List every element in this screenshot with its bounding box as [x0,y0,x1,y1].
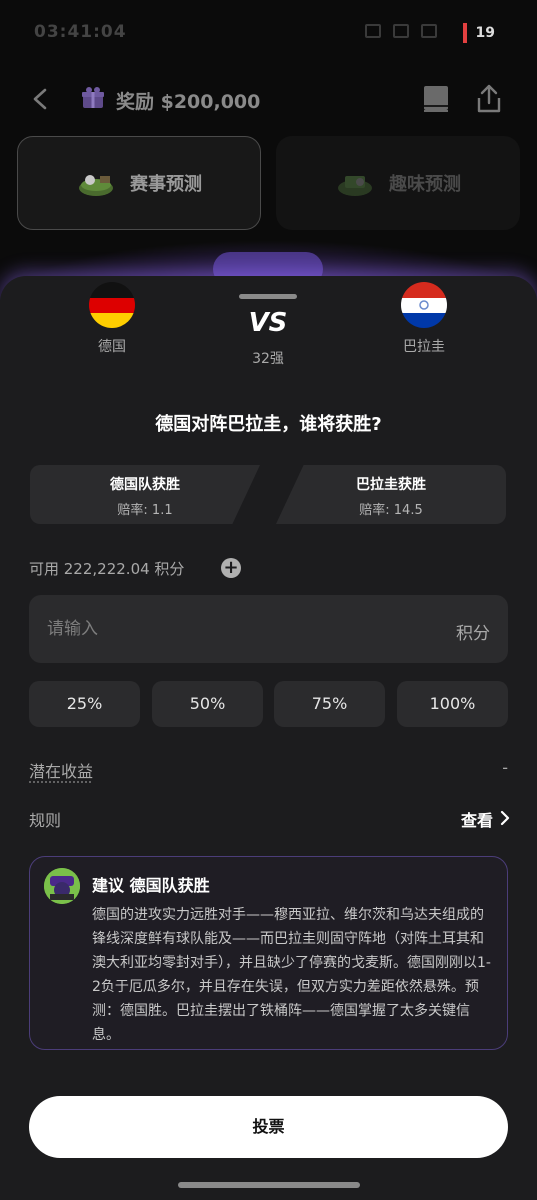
status-icons [365,24,437,38]
battery-indicator: 19 [462,23,499,43]
home-team: 德国 [52,282,172,356]
gift-icon [82,87,104,108]
amount-field[interactable]: 积分 [29,595,508,663]
prediction-sheet: 德国 VS 32强 巴拉圭 德国对阵巴拉圭，谁将获胜? 德国队获胜 赔率: 1.… [0,276,537,1200]
advice-card: 建议 德国队获胜 德国的进攻实力远胜对手——穆西亚拉、维尔茨和乌达夫组成的锋线深… [29,856,508,1050]
pick-odds: 赔率: 14.5 [359,503,423,518]
percent-100-button[interactable]: 100% [397,681,508,727]
vs-label: VS [248,308,288,338]
share-icon[interactable] [474,83,504,115]
match-question: 德国对阵巴拉圭，谁将获胜? [155,414,382,435]
percent-50-button[interactable]: 50% [152,681,263,727]
tab-match-prediction[interactable]: 赛事预测 [17,136,261,230]
assistant-avatar [44,868,80,904]
header: 奖励 $200,000 [0,78,537,122]
advice-title: 建议 德国队获胜 [92,876,210,895]
stadium-icon [338,176,372,196]
network-icon [421,24,437,38]
vote-button[interactable]: 投票 [29,1096,508,1158]
available-points: 可用 222,222.04 积分 [29,560,185,578]
tab-fun-prediction[interactable]: 趣味预测 [276,136,520,230]
signal-icon [365,24,381,38]
drag-handle[interactable] [239,294,297,299]
home-team-name: 德国 [98,339,126,355]
tab-label: 趣味预测 [389,174,461,195]
away-team: 巴拉圭 [364,282,484,356]
pick-title: 德国队获胜 [110,477,180,493]
rules-label: 规则 [29,811,62,830]
potential-earnings-value: - [502,758,508,777]
advice-body: 德国的进攻实力远胜对手——穆西亚拉、维尔茨和乌达夫组成的锋线深度鲜有球队能及——… [92,907,491,1043]
germany-flag-icon [89,282,135,328]
pick-away-win[interactable]: 巴拉圭获胜 赔率: 14.5 [276,465,506,524]
amount-unit: 积分 [456,624,490,644]
add-points-icon[interactable]: + [221,558,241,578]
amount-input[interactable] [29,595,429,663]
pick-title: 巴拉圭获胜 [356,477,426,493]
chevron-right-icon[interactable] [499,810,511,826]
background-page: 03:41:04 19 奖励 $200,000 赛事预测 趣味预测 [0,0,537,300]
tab-label: 赛事预测 [130,174,202,195]
wifi-icon [393,24,409,38]
percent-75-button[interactable]: 75% [274,681,385,727]
status-bar: 03:41:04 19 [0,14,537,50]
paraguay-flag-icon [401,282,447,328]
football-field-icon [79,175,113,196]
round-label: 32强 [252,351,284,367]
pick-home-win[interactable]: 德国队获胜 赔率: 1.1 [30,465,260,524]
book-icon[interactable] [421,84,451,114]
away-team-name: 巴拉圭 [403,339,445,355]
status-time: 03:41:04 [34,22,127,42]
home-indicator [178,1182,360,1188]
percent-25-button[interactable]: 25% [29,681,140,727]
back-arrow-icon[interactable] [30,88,52,110]
reward-title: 奖励 $200,000 [116,91,261,113]
pick-odds: 赔率: 1.1 [117,503,173,518]
view-rules-link[interactable]: 查看 [461,807,493,831]
potential-earnings-label[interactable]: 潜在收益 [29,758,93,782]
